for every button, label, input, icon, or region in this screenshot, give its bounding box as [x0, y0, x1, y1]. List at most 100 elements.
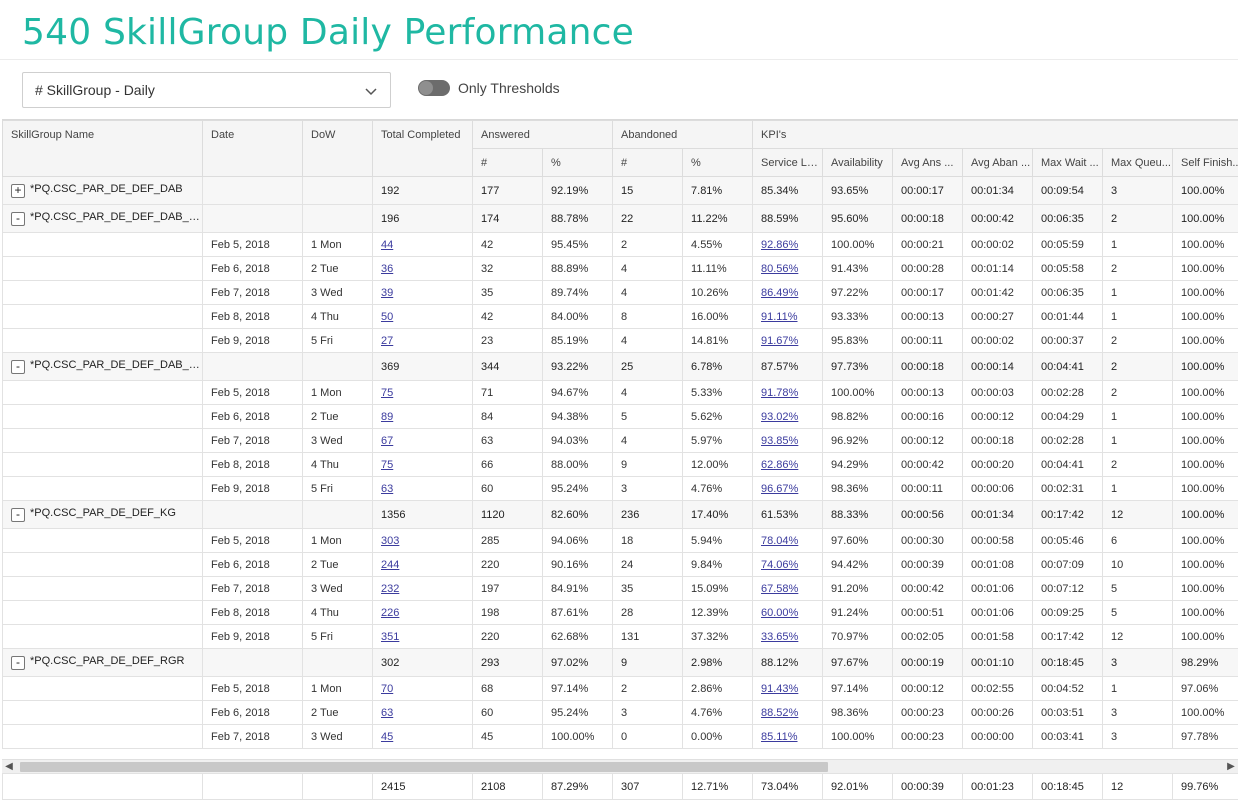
service-level-link[interactable]: 91.43%	[761, 683, 798, 695]
date-cell: Feb 6, 2018	[202, 256, 303, 281]
total-completed-link[interactable]: 303	[381, 535, 399, 547]
total-completed-link[interactable]: 63	[381, 707, 393, 719]
total-completed-link[interactable]: 89	[381, 411, 393, 423]
avg-ans-cell: 00:00:39	[892, 552, 964, 577]
total-completed-link[interactable]: 63	[381, 483, 393, 495]
collapse-icon[interactable]: -	[11, 212, 25, 226]
answered-pct-cell: 95.24%	[541, 700, 614, 725]
service-level-link[interactable]: 88.52%	[761, 707, 798, 719]
collapse-icon[interactable]: -	[11, 508, 25, 522]
scroll-right-icon[interactable]: ▶	[1224, 760, 1238, 774]
header-kpis[interactable]: KPI's	[752, 120, 1238, 149]
header-self-finish[interactable]: Self Finish...	[1172, 148, 1238, 177]
table-row: Feb 9, 2018 5 Fri 27 23 85.19% 4 14.81% 91.67% 9…	[2, 328, 1238, 353]
header-availability[interactable]: Availability	[822, 148, 894, 177]
report-select[interactable]: # SkillGroup - Daily	[22, 72, 391, 108]
header-service-level[interactable]: Service Le...	[752, 148, 824, 177]
max-wait-cell: 00:09:54	[1032, 176, 1104, 205]
scrollbar-thumb[interactable]	[20, 762, 828, 772]
table-row: Feb 6, 2018 2 Tue 89 84 94.38% 5 5.62% 93.02% 98…	[2, 404, 1238, 429]
avg-ans-cell: 00:00:17	[892, 280, 964, 305]
total-completed-link[interactable]: 351	[381, 631, 399, 643]
header-date[interactable]: Date	[202, 120, 303, 177]
service-level-link[interactable]: 67.58%	[761, 583, 798, 595]
availability-cell: 100.00%	[822, 232, 894, 257]
service-level-link[interactable]: 93.02%	[761, 411, 798, 423]
service-level-link[interactable]: 96.67%	[761, 483, 798, 495]
max-wait-cell: 00:03:41	[1032, 724, 1104, 749]
total-completed-link[interactable]: 75	[381, 387, 393, 399]
avg-aban-cell: 00:00:06	[962, 476, 1034, 501]
skillgroup-name-cell	[2, 676, 203, 701]
header-skillgroup-name[interactable]: SkillGroup Name	[2, 120, 203, 177]
total-completed-link[interactable]: 226	[381, 607, 399, 619]
self-finish-cell: 100.00%	[1172, 232, 1238, 257]
answered-count-cell: 66	[472, 452, 543, 477]
header-avg-aban[interactable]: Avg Aban ...	[962, 148, 1034, 177]
skillgroup-name-cell	[2, 280, 203, 305]
availability-cell: 96.92%	[822, 428, 894, 453]
collapse-icon[interactable]: -	[11, 656, 25, 670]
header-max-wait[interactable]: Max Wait ...	[1032, 148, 1104, 177]
service-level-link[interactable]: 85.11%	[761, 731, 798, 743]
total-completed-link[interactable]: 232	[381, 583, 399, 595]
service-level-cell: 91.67%	[752, 328, 824, 353]
horizontal-scrollbar[interactable]: ◀ ▶	[2, 759, 1238, 773]
total-completed-link[interactable]: 67	[381, 435, 393, 447]
total-completed-link[interactable]: 36	[381, 263, 393, 275]
service-level-link[interactable]: 62.86%	[761, 459, 798, 471]
date-cell: Feb 7, 2018	[202, 576, 303, 601]
header-abandoned[interactable]: Abandoned	[612, 120, 754, 149]
service-level-link[interactable]: 93.85%	[761, 435, 798, 447]
only-thresholds-toggle[interactable]	[418, 80, 450, 96]
header-total-completed[interactable]: Total Completed	[372, 120, 473, 177]
service-level-link[interactable]: 91.11%	[761, 311, 798, 323]
collapse-icon[interactable]: -	[11, 360, 25, 374]
service-level-link[interactable]: 92.86%	[761, 239, 798, 251]
header-abandoned-pct[interactable]: %	[682, 148, 754, 177]
answered-pct-cell: 97.14%	[541, 676, 614, 701]
service-level-link[interactable]: 60.00%	[761, 607, 798, 619]
header-answered-count[interactable]: #	[472, 148, 543, 177]
avg-aban-cell: 00:01:08	[962, 552, 1034, 577]
dow-cell: 5 Fri	[302, 624, 373, 649]
total-completed-link[interactable]: 45	[381, 731, 393, 743]
total-completed-link[interactable]: 50	[381, 311, 393, 323]
answered-pct-cell: 89.74%	[541, 280, 614, 305]
scroll-left-icon[interactable]: ◀	[2, 760, 16, 774]
header-avg-ans[interactable]: Avg Ans ...	[892, 148, 964, 177]
header-max-queue[interactable]: Max Queu...	[1102, 148, 1174, 177]
total-completed-link[interactable]: 244	[381, 559, 399, 571]
answered-count-cell: 68	[472, 676, 543, 701]
total-completed-link[interactable]: 27	[381, 335, 393, 347]
header-dow[interactable]: DoW	[302, 120, 373, 177]
total-completed-link[interactable]: 44	[381, 239, 393, 251]
service-level-link[interactable]: 91.67%	[761, 335, 798, 347]
expand-icon[interactable]: +	[11, 184, 25, 198]
table-row: Feb 6, 2018 2 Tue 244 220 90.16% 24 9.84% 74.06…	[2, 552, 1238, 577]
availability-cell: 95.83%	[822, 328, 894, 353]
total-completed-link[interactable]: 75	[381, 459, 393, 471]
avg-aban-cell: 00:02:55	[962, 676, 1034, 701]
service-level-link[interactable]: 80.56%	[761, 263, 798, 275]
service-level-link[interactable]: 33.65%	[761, 631, 798, 643]
abandoned-pct-cell: 17.40%	[682, 500, 754, 529]
service-level-cell: 93.85%	[752, 428, 824, 453]
total-completed-cell: 226	[372, 600, 473, 625]
total-completed-link[interactable]: 70	[381, 683, 393, 695]
service-level-link[interactable]: 78.04%	[761, 535, 798, 547]
service-level-link[interactable]: 91.78%	[761, 387, 798, 399]
avg-aban-cell: 00:00:02	[962, 328, 1034, 353]
max-wait-cell: 00:03:51	[1032, 700, 1104, 725]
date-cell: Feb 7, 2018	[202, 280, 303, 305]
avg-aban-cell: 00:00:14	[962, 352, 1034, 381]
totals-cell-name	[2, 773, 203, 800]
header-answered[interactable]: Answered	[471, 120, 614, 149]
service-level-link[interactable]: 86.49%	[761, 287, 798, 299]
header-abandoned-count[interactable]: #	[612, 148, 684, 177]
total-completed-link[interactable]: 39	[381, 287, 393, 299]
max-wait-cell: 00:09:25	[1032, 600, 1104, 625]
header-answered-pct[interactable]: %	[541, 148, 614, 177]
max-queue-cell: 1	[1102, 232, 1174, 257]
service-level-link[interactable]: 74.06%	[761, 559, 798, 571]
